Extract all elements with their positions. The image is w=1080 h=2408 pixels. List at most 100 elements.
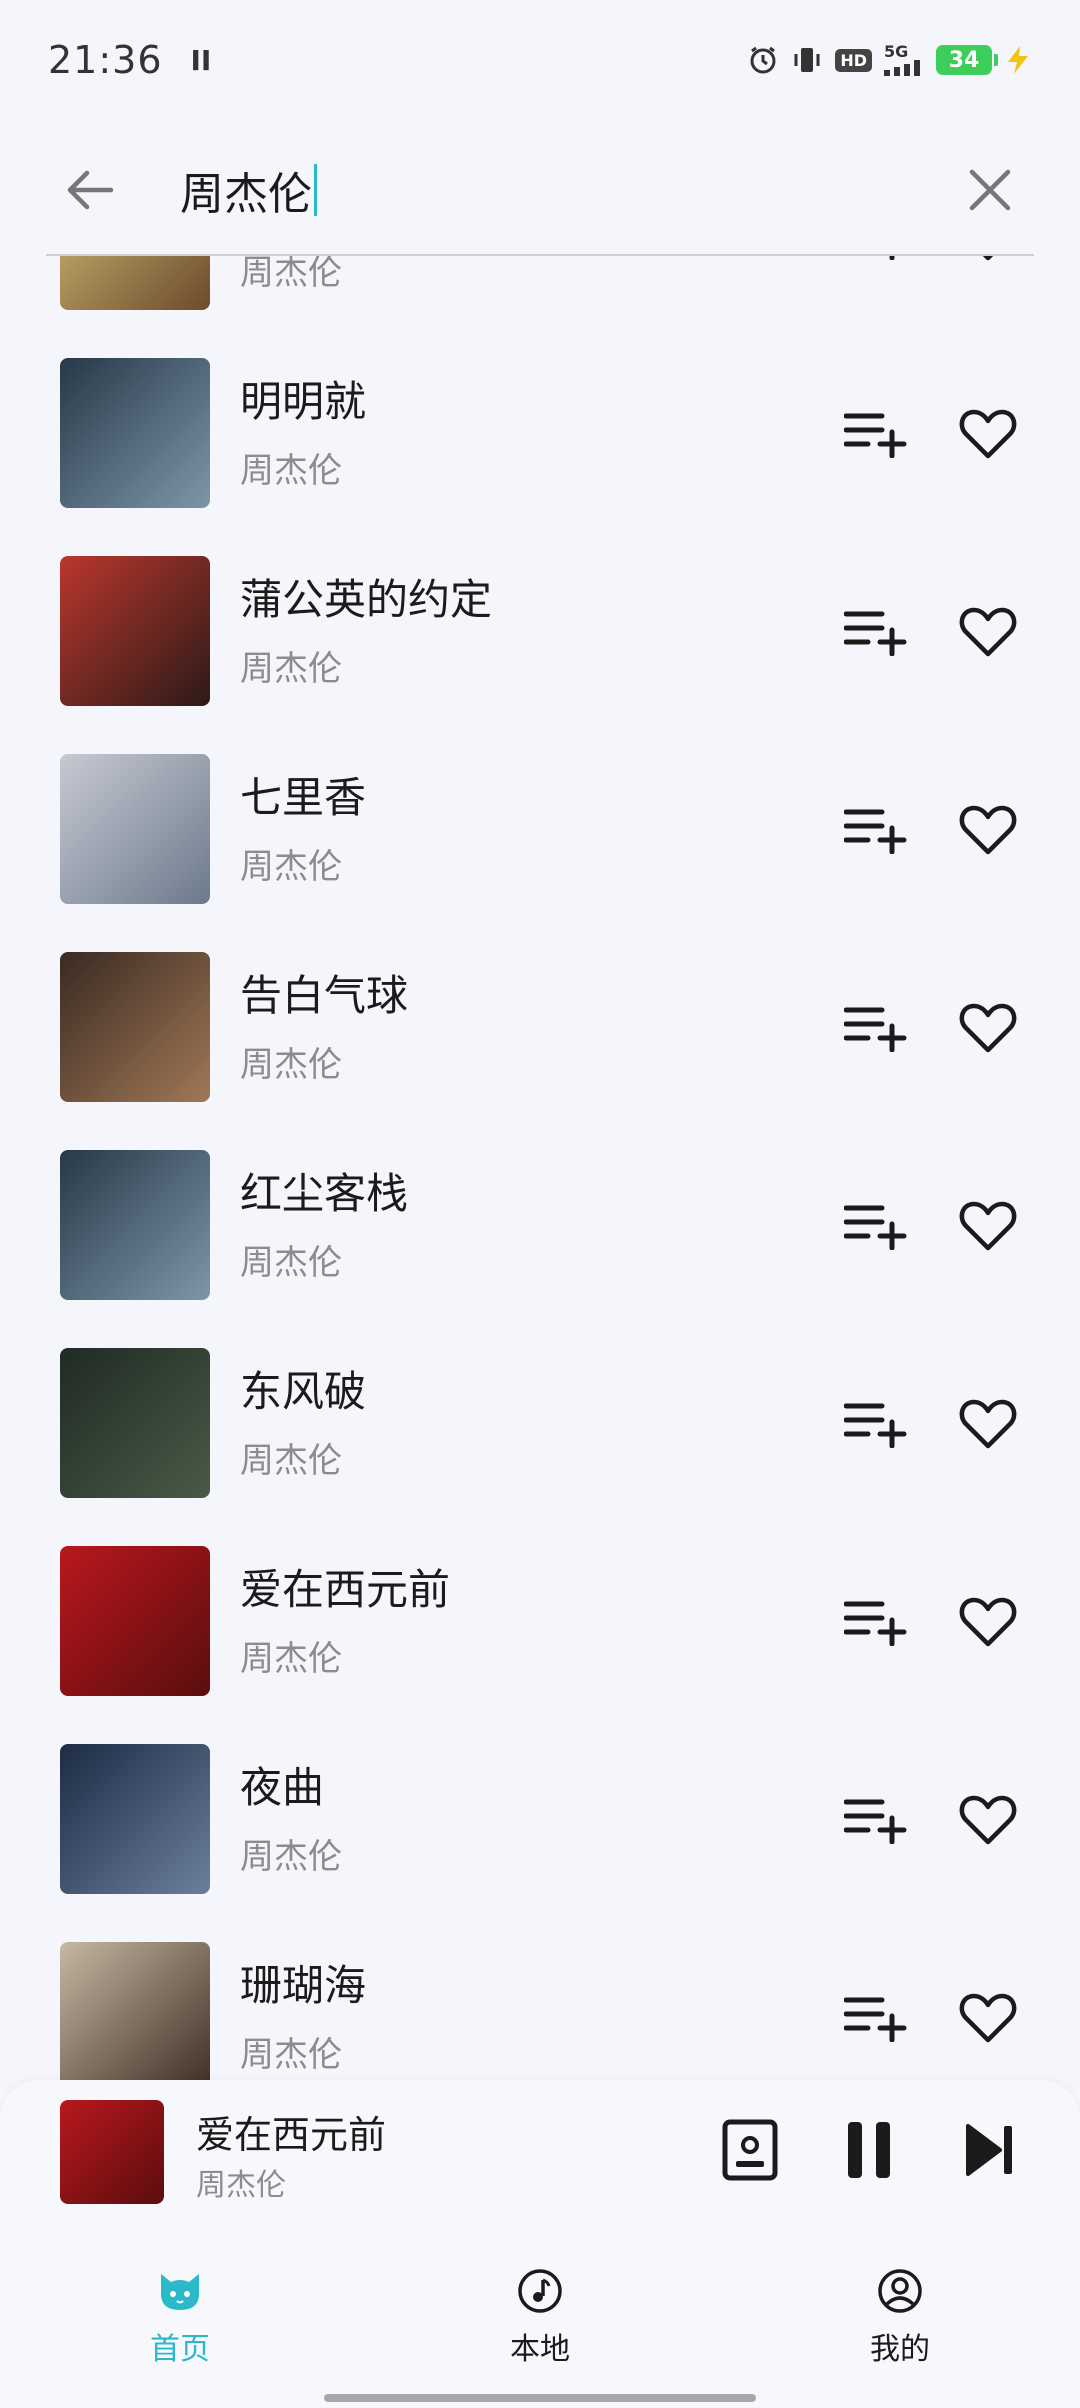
song-title: 蒲公英的约定 xyxy=(240,575,493,624)
nav-label-home: 首页 xyxy=(150,2332,210,2367)
status-bar: 21:36 II HD 5G 34 xyxy=(0,0,1080,120)
vibrate-icon xyxy=(791,44,823,76)
heart-outline-icon xyxy=(959,1003,1017,1053)
favorite-button[interactable] xyxy=(952,992,1024,1064)
playlist-add-icon xyxy=(844,1601,907,1646)
playlist-add-icon xyxy=(844,809,907,854)
heart-outline-icon xyxy=(959,607,1017,657)
mini-player-artist: 周杰伦 xyxy=(196,2168,286,2203)
album-cover xyxy=(60,1348,210,1498)
album-cover xyxy=(60,1744,210,1894)
music-note-icon xyxy=(518,2269,562,2313)
hd-icon: HD xyxy=(835,48,872,72)
add-to-playlist-button[interactable] xyxy=(840,1190,912,1262)
home-indicator[interactable] xyxy=(324,2394,756,2402)
add-to-playlist-button[interactable] xyxy=(840,794,912,866)
favorite-button[interactable] xyxy=(952,794,1024,866)
add-to-playlist-button[interactable] xyxy=(840,1586,912,1658)
back-button[interactable] xyxy=(60,160,120,220)
next-button[interactable] xyxy=(950,2110,1030,2190)
song-row[interactable]: 告白气球 周杰伦 xyxy=(0,952,1080,1150)
favorite-button[interactable] xyxy=(952,1388,1024,1460)
song-row[interactable]: 珊瑚海 周杰伦 xyxy=(0,1942,1080,2080)
album-cover xyxy=(60,1942,210,2080)
arrow-left-icon xyxy=(67,170,114,210)
nav-item-local[interactable]: 本地 xyxy=(460,2268,620,2378)
album-cover xyxy=(60,754,210,904)
mini-player-cover[interactable] xyxy=(60,2100,164,2204)
nav-item-home[interactable]: 首页 xyxy=(100,2268,260,2378)
album-cover xyxy=(60,556,210,706)
song-artist: 周杰伦 xyxy=(240,1441,342,1481)
user-circle-icon xyxy=(878,2269,922,2313)
add-to-playlist-button[interactable] xyxy=(840,596,912,668)
song-row[interactable]: 七里香 周杰伦 xyxy=(0,754,1080,952)
pause-button[interactable] xyxy=(830,2110,910,2190)
song-title: 明明就 xyxy=(240,377,367,426)
nav-item-mine[interactable]: 我的 xyxy=(820,2268,980,2378)
song-row[interactable]: 蒲公英的约定 周杰伦 xyxy=(0,556,1080,754)
add-to-playlist-button[interactable] xyxy=(840,398,912,470)
nav-label-local: 本地 xyxy=(510,2332,570,2367)
nav-label-mine: 我的 xyxy=(870,2332,930,2367)
album-cover xyxy=(60,952,210,1102)
playlist-add-icon xyxy=(844,1403,907,1448)
song-title: 珊瑚海 xyxy=(240,1961,367,2010)
battery-icon: 34 xyxy=(936,45,998,75)
favorite-button[interactable] xyxy=(952,1784,1024,1856)
heart-outline-icon xyxy=(959,805,1017,855)
song-artist: 周杰伦 xyxy=(240,1837,342,1877)
album-cover xyxy=(60,358,210,508)
song-title: 告白气球 xyxy=(240,971,409,1020)
album-cover xyxy=(60,1150,210,1300)
clear-search-button[interactable] xyxy=(960,160,1020,220)
signal-icon: 5G xyxy=(884,44,924,76)
add-to-playlist-button[interactable] xyxy=(840,1982,912,2054)
mini-player-title: 爱在西元前 xyxy=(196,2113,387,2157)
add-to-playlist-button[interactable] xyxy=(840,992,912,1064)
heart-outline-icon xyxy=(959,1795,1017,1845)
heart-outline-icon xyxy=(959,1399,1017,1449)
favorite-button[interactable] xyxy=(952,1190,1024,1262)
playlist-add-icon xyxy=(844,1799,907,1844)
mini-player[interactable]: 爱在西元前 周杰伦 xyxy=(0,2080,1080,2250)
cat-face-icon xyxy=(161,2274,199,2310)
playlist-add-icon xyxy=(844,611,907,656)
favorite-button[interactable] xyxy=(952,1982,1024,2054)
search-input[interactable]: 周杰伦 xyxy=(180,150,940,230)
song-row[interactable]: 稻香周杰伦 xyxy=(0,256,1080,358)
close-icon xyxy=(969,169,1011,211)
heart-outline-icon xyxy=(959,1201,1017,1251)
add-to-playlist-button[interactable] xyxy=(840,1784,912,1856)
status-icons: HD 5G 34 xyxy=(747,44,1032,76)
playlist-button[interactable] xyxy=(710,2110,790,2190)
song-title: 七里香 xyxy=(240,773,367,822)
song-row[interactable]: 东风破 周杰伦 xyxy=(0,1348,1080,1546)
bottom-nav: 首页 本地 我的 xyxy=(0,2250,1080,2408)
add-to-playlist-button[interactable] xyxy=(840,256,912,272)
heart-outline-icon xyxy=(959,409,1017,459)
favorite-button[interactable] xyxy=(952,256,1024,272)
charging-icon xyxy=(1004,44,1032,76)
song-list[interactable]: 稻香周杰伦明明就周杰伦蒲公英的约定周杰伦七里香周杰伦告白气球周杰伦红尘客栈周杰伦… xyxy=(0,256,1080,2080)
favorite-button[interactable] xyxy=(952,1586,1024,1658)
song-row[interactable]: 明明就 周杰伦 xyxy=(0,358,1080,556)
network-type: 5G xyxy=(884,42,909,61)
favorite-button[interactable] xyxy=(952,596,1024,668)
pause-icon xyxy=(848,2122,890,2178)
playlist-card-icon xyxy=(722,2119,778,2181)
song-artist: 周杰伦 xyxy=(240,649,342,689)
song-row[interactable]: 红尘客栈 周杰伦 xyxy=(0,1150,1080,1348)
song-row[interactable]: 爱在西元前 周杰伦 xyxy=(0,1546,1080,1744)
heart-outline-icon xyxy=(982,256,994,261)
skip-next-icon xyxy=(966,2124,1012,2176)
song-row[interactable]: 夜曲 周杰伦 xyxy=(0,1744,1080,1942)
song-title: 爱在西元前 xyxy=(240,1565,451,1614)
playlist-add-icon xyxy=(844,1997,907,2042)
song-artist: 周杰伦 xyxy=(240,1639,342,1679)
album-cover xyxy=(60,256,210,310)
add-to-playlist-button[interactable] xyxy=(840,1388,912,1460)
heart-outline-icon xyxy=(959,1597,1017,1647)
favorite-button[interactable] xyxy=(952,398,1024,470)
alarm-icon xyxy=(747,44,779,76)
